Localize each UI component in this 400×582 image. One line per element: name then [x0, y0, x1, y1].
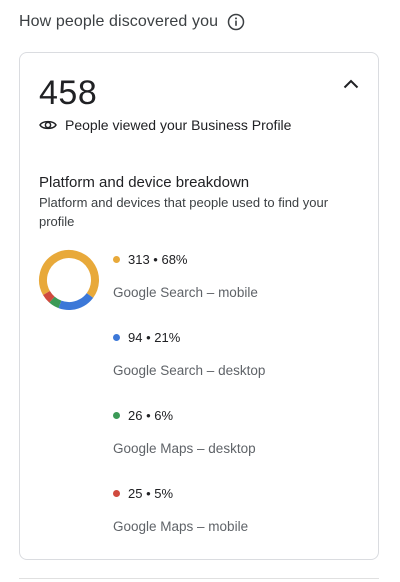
collapse-button[interactable]: [340, 73, 362, 95]
legend-label: Google Search – mobile: [113, 285, 258, 300]
donut-slice-0: [39, 250, 99, 310]
legend-label: Google Search – desktop: [113, 363, 266, 378]
views-row: People viewed your Business Profile: [39, 116, 291, 134]
donut-slice-1: [39, 250, 99, 310]
legend-label: Google Maps – desktop: [113, 441, 256, 456]
breakdown-subtitle: Platform and devices that people used to…: [39, 195, 329, 229]
breakdown-donut-chart: [39, 250, 99, 310]
chevron-up-icon: [343, 79, 359, 89]
divider: [19, 578, 379, 579]
legend-item-google-maps-mobile: 25 • 5% Google Maps – mobile: [113, 483, 363, 561]
legend-value: 25 • 5%: [128, 485, 174, 501]
donut-slice-3: [39, 250, 99, 310]
legend-value: 94 • 21%: [128, 329, 181, 345]
legend-item-google-search-desktop: 94 • 21% Google Search – desktop: [113, 327, 363, 405]
views-label: People viewed your Business Profile: [65, 117, 292, 133]
legend-dot: [113, 255, 120, 263]
total-views-count: 458: [39, 74, 98, 112]
legend-value: 313 • 68%: [128, 251, 188, 267]
discovery-card: 458 People viewed your Business Profile …: [19, 52, 379, 560]
legend-value: 26 • 6%: [128, 407, 174, 423]
donut-slice-2: [39, 250, 99, 310]
legend-item-google-search-mobile: 313 • 68% Google Search – mobile: [113, 249, 363, 327]
legend-dot: [113, 333, 120, 341]
info-icon[interactable]: [227, 13, 245, 31]
breakdown-legend: 313 • 68% Google Search – mobile 94 • 21…: [113, 249, 363, 561]
legend-label: Google Maps – mobile: [113, 519, 249, 534]
breakdown-title: Platform and device breakdown: [39, 174, 250, 191]
eye-icon: [39, 116, 57, 134]
legend-item-google-maps-desktop: 26 • 6% Google Maps – desktop: [113, 405, 363, 483]
legend-dot: [113, 489, 120, 497]
legend-dot: [113, 411, 120, 419]
section-header: How people discovered you: [19, 10, 245, 34]
section-title: How people discovered you: [19, 13, 219, 30]
